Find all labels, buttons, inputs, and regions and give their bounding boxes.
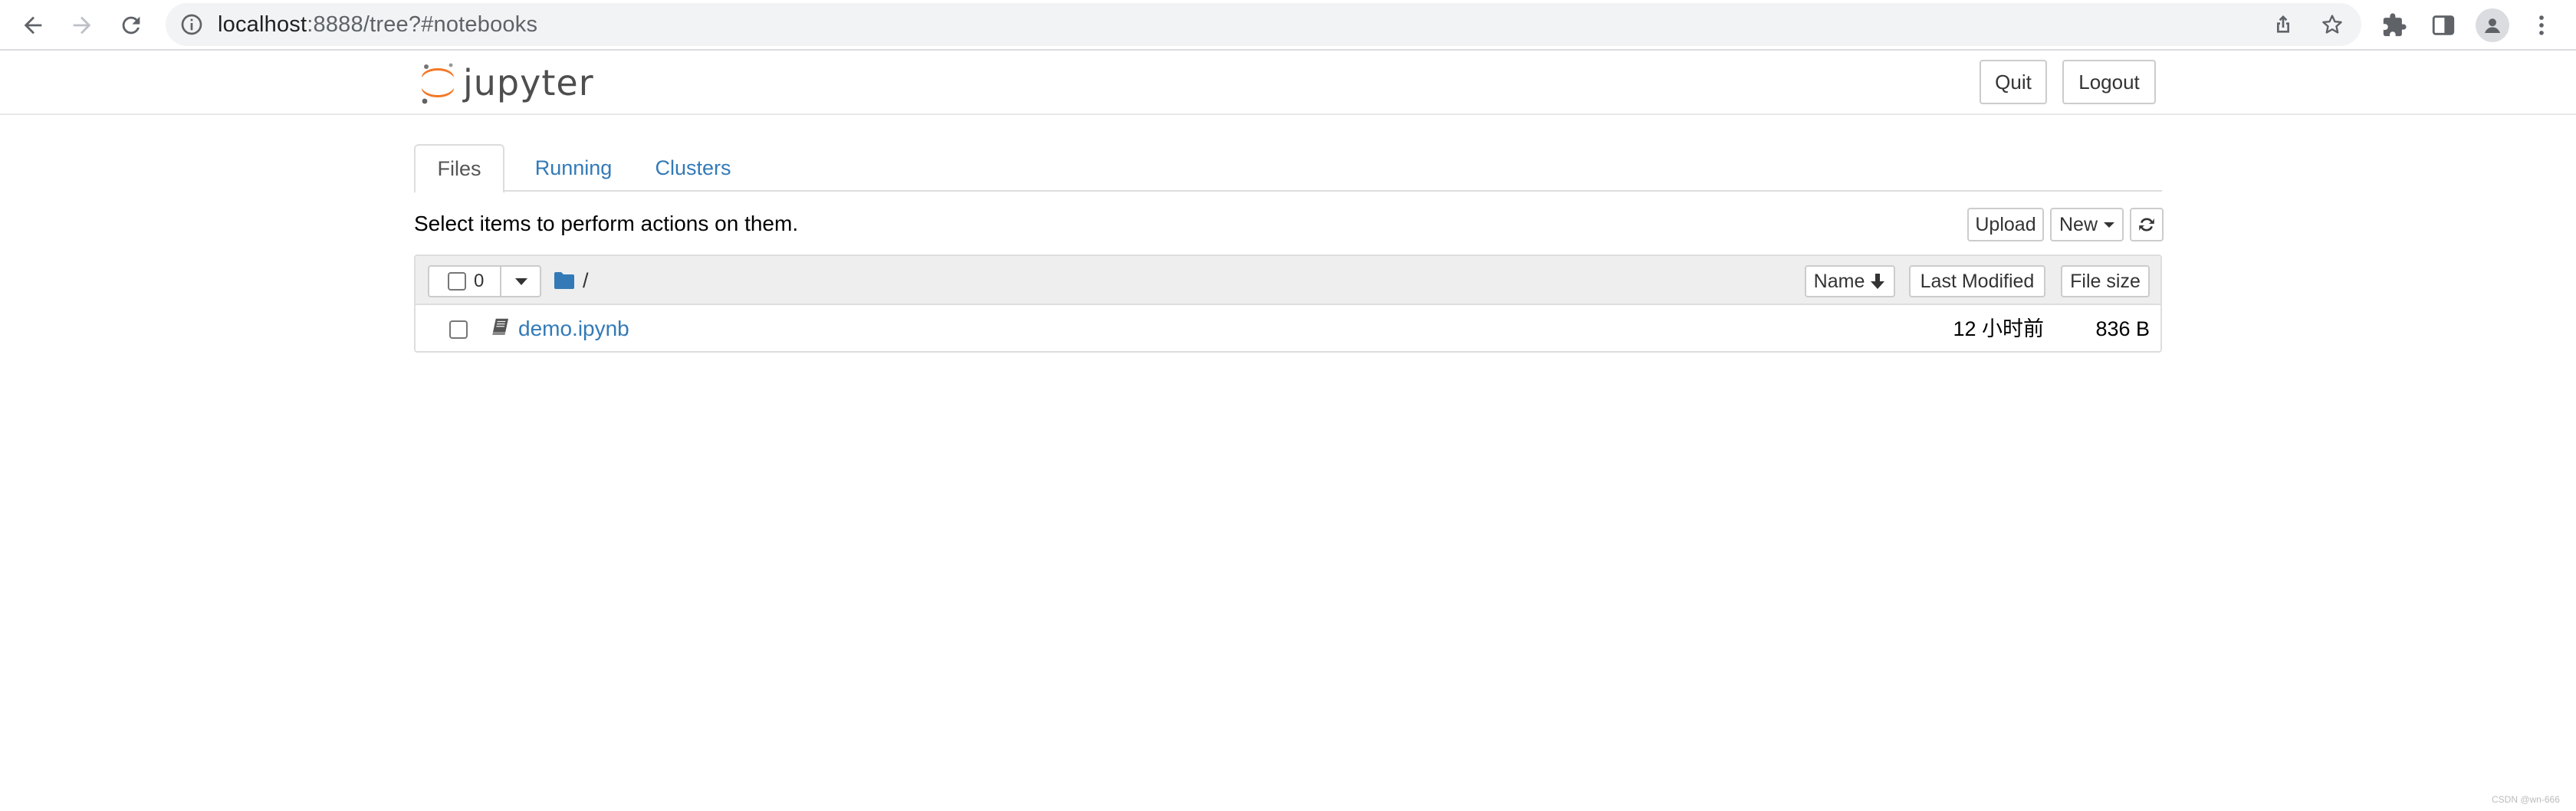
puzzle-icon [2383, 13, 2407, 37]
caret-down-icon [515, 277, 527, 285]
tab-files[interactable]: Files [414, 144, 504, 193]
browser-menu-button[interactable] [2522, 6, 2561, 44]
refresh-button[interactable] [2130, 208, 2164, 241]
quit-button[interactable]: Quit [1980, 60, 2047, 104]
arrow-down-icon [1871, 274, 1885, 289]
side-panel-icon [2432, 15, 2455, 35]
sort-last-modified-button[interactable]: Last Modified [1909, 265, 2045, 297]
url-path: :8888/tree?#notebooks [307, 12, 538, 37]
profile-button[interactable] [2473, 6, 2512, 44]
select-all-checkbox[interactable] [448, 272, 466, 291]
new-label: New [2058, 213, 2098, 235]
upload-button[interactable]: Upload [1967, 208, 2044, 241]
select-dropdown-button[interactable] [503, 267, 540, 296]
select-all-area: 0 [429, 267, 501, 296]
refresh-icon [2139, 218, 2154, 231]
side-panel-button[interactable] [2424, 6, 2463, 44]
jupyter-logo[interactable]: jupyter [419, 58, 595, 107]
watermark: CSDN @wn-666 [2492, 794, 2560, 805]
notebook-icon [492, 318, 508, 335]
file-row[interactable]: demo.ipynb 12 小时前 836 B [416, 305, 2160, 353]
new-dropdown-button[interactable]: New [2050, 208, 2124, 241]
browser-toolbar: localhost:8888/tree?#notebooks [0, 0, 2576, 51]
arrow-left-icon [24, 16, 42, 34]
logout-button[interactable]: Logout [2062, 60, 2156, 104]
sort-name-label: Name [1813, 270, 1865, 292]
breadcrumb: / [554, 267, 589, 294]
file-modified: 12 小时前 [1953, 317, 2044, 340]
selection-hint: Select items to perform actions on them. [414, 212, 799, 235]
folder-icon[interactable] [554, 271, 575, 290]
tab-running[interactable]: Running [518, 144, 629, 192]
tab-bar: Files Running Clusters [414, 144, 2162, 193]
jupyter-logo-icon [422, 63, 454, 104]
sort-file-size-button[interactable]: File size [2061, 265, 2150, 297]
forward-button[interactable] [63, 6, 101, 44]
info-icon[interactable] [179, 12, 204, 37]
arrow-right-icon [73, 16, 91, 34]
caret-down-icon [2104, 222, 2114, 228]
bookmark-button[interactable] [2317, 9, 2348, 40]
address-bar[interactable]: localhost:8888/tree?#notebooks [166, 3, 2361, 46]
breadcrumb-root[interactable]: / [583, 269, 589, 293]
sort-name-button[interactable]: Name [1805, 265, 1895, 297]
tab-clusters[interactable]: Clusters [641, 144, 745, 192]
jupyter-header: jupyter Quit Logout [0, 51, 2576, 115]
reload-button[interactable] [112, 6, 150, 44]
back-button[interactable] [14, 6, 52, 44]
share-icon [2277, 15, 2289, 33]
kebab-menu-icon [2539, 15, 2544, 35]
url-text[interactable]: localhost:8888/tree?#notebooks [218, 3, 537, 46]
share-button[interactable] [2268, 9, 2298, 40]
profile-icon [2476, 8, 2509, 42]
file-list-header: 0 / Name Last Modified File size [416, 256, 2160, 305]
jupyter-logo-text: jupyter [463, 62, 594, 103]
file-row-checkbox[interactable] [449, 320, 468, 339]
select-all-group: 0 [428, 265, 541, 297]
url-host: localhost [218, 12, 307, 37]
extensions-button[interactable] [2375, 6, 2413, 44]
file-list: 0 / Name Last Modified File size demo.ip… [414, 254, 2162, 353]
star-icon [2322, 15, 2342, 34]
file-name-link[interactable]: demo.ipynb [518, 305, 629, 353]
file-size: 836 B [2095, 317, 2150, 340]
reload-icon [122, 16, 140, 34]
selected-count: 0 [474, 271, 485, 291]
